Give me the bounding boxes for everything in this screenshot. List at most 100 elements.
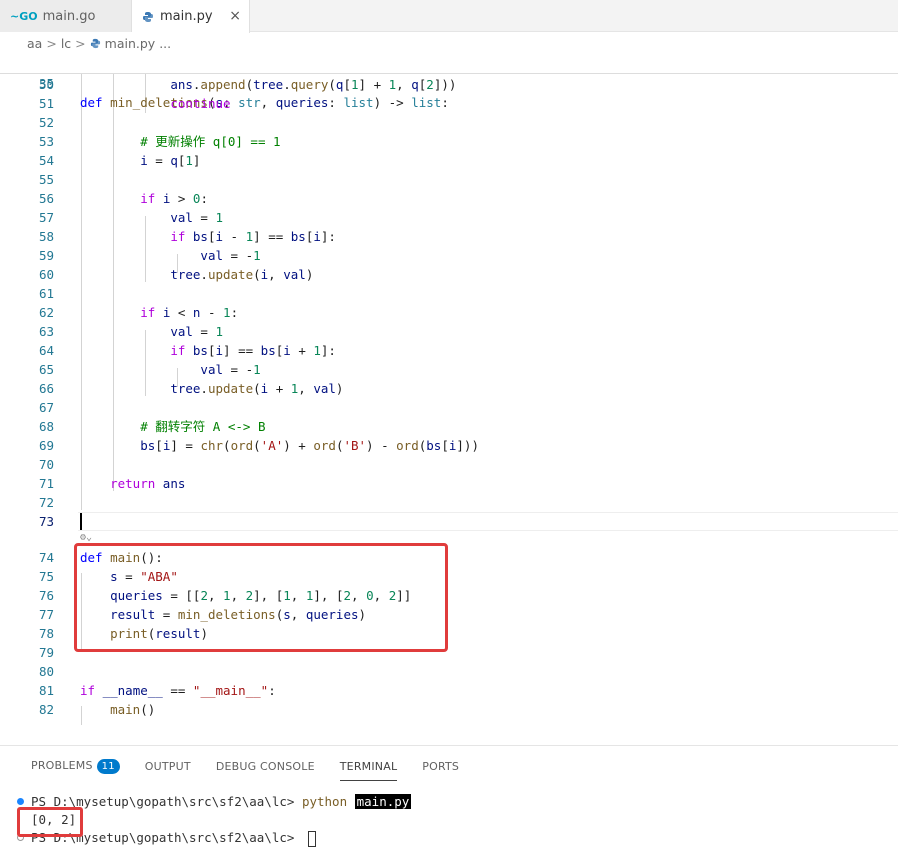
line-number: 65 [38, 362, 54, 377]
line-number: 75 [38, 569, 54, 584]
code-text: if i > 0: [140, 191, 208, 206]
code-line[interactable]: 59 val = -1 [0, 246, 898, 265]
line-number: 55 [38, 172, 54, 187]
code-text: main() [110, 702, 156, 717]
code-line[interactable]: 62 if i < n - 1: [0, 303, 898, 322]
line-number: 50 [38, 77, 54, 92]
code-text: val = -1 [200, 248, 261, 263]
line-number: 57 [38, 210, 54, 225]
line-number: 58 [38, 229, 54, 244]
close-icon[interactable]: × [229, 8, 241, 24]
tab-label: main.py [160, 9, 213, 24]
line-number: 59 [38, 248, 54, 263]
code-line[interactable]: 60 tree.update(i, val) [0, 265, 898, 284]
code-line[interactable]: 53 # 更新操作 q[0] == 1 [0, 132, 898, 151]
go-file-icon: ~GO [10, 9, 38, 23]
code-line[interactable]: 61 [0, 284, 898, 303]
line-number: 51 [38, 96, 54, 111]
tab-problems[interactable]: PROBLEMS 11 [31, 758, 120, 774]
python-file-icon [90, 38, 100, 49]
line-number: 72 [38, 495, 54, 510]
breadcrumb-item-aa[interactable]: aa [27, 36, 42, 51]
code-action-icon[interactable]: ⚙⌄ [80, 532, 92, 543]
chevron-right-icon: > [75, 36, 86, 51]
line-number: 80 [38, 664, 54, 679]
code-line[interactable]: 66 tree.update(i + 1, val) [0, 379, 898, 398]
code-text: if i < n - 1: [140, 305, 239, 320]
line-number: 53 [38, 134, 54, 149]
tab-debug-console[interactable]: DEBUG CONSOLE [216, 760, 315, 773]
annotation-highlight-box [17, 807, 83, 837]
breadcrumb: aa > lc > main.py ... [0, 33, 898, 54]
code-editor[interactable]: 35 def min_deletions(s: str, queries: li… [0, 54, 898, 744]
tab-output[interactable]: OUTPUT [145, 760, 191, 773]
code-text: ans.append(tree.query(q[1] + 1, q[2])) [170, 77, 457, 92]
line-number: 67 [38, 400, 54, 415]
tab-label: main.go [42, 8, 96, 24]
code-text: i = q[1] [140, 153, 201, 168]
code-line[interactable]: 52 [0, 113, 898, 132]
text-cursor [80, 513, 82, 530]
sticky-scroll-line[interactable]: 35 def min_deletions(s: str, queries: li… [0, 55, 898, 110]
line-number: 71 [38, 476, 54, 491]
line-number: 70 [38, 457, 54, 472]
code-text: return ans [110, 476, 186, 491]
terminal-line: PS D:\mysetup\gopath\src\sf2\aa\lc> pyth… [31, 794, 412, 809]
command-success-icon[interactable] [17, 798, 24, 805]
code-line[interactable]: 73 [0, 512, 898, 531]
code-line[interactable]: 55 [0, 170, 898, 189]
code-text: bs[i] = chr(ord('A') + ord('B') - ord(bs… [140, 438, 479, 453]
python-file-icon [143, 11, 153, 22]
tab-terminal[interactable]: TERMINAL [339, 760, 398, 781]
breadcrumb-item-more[interactable]: ... [159, 36, 171, 51]
annotation-highlight-box [74, 543, 448, 652]
line-number: 64 [38, 343, 54, 358]
code-text: tree.update(i, val) [170, 267, 314, 282]
code-line[interactable]: 58 if bs[i - 1] == bs[i]: [0, 227, 898, 246]
line-number: 60 [38, 267, 54, 282]
code-text: tree.update(i + 1, val) [170, 381, 344, 396]
code-line[interactable]: 57 val = 1 [0, 208, 898, 227]
line-number: 54 [38, 153, 54, 168]
code-line[interactable]: 63 val = 1 [0, 322, 898, 341]
line-number: 78 [38, 626, 54, 641]
code-text: # 更新操作 q[0] == 1 [140, 134, 281, 149]
code-line[interactable]: 65 val = -1 [0, 360, 898, 379]
code-text: if __name__ == "__main__": [80, 683, 276, 698]
bottom-panel: PROBLEMS 11 OUTPUT DEBUG CONSOLE TERMINAL… [0, 745, 898, 857]
line-number: 81 [38, 683, 54, 698]
editor-tab-bar: ~GO main.go main.py × [0, 0, 898, 33]
line-number: 61 [38, 286, 54, 301]
code-line[interactable]: 68 # 翻转字符 A <-> B [0, 417, 898, 436]
code-line[interactable]: 51 continue [0, 94, 898, 113]
code-line[interactable]: 50 ans.append(tree.query(q[1] + 1, q[2])… [0, 75, 898, 94]
line-number: 63 [38, 324, 54, 339]
code-line[interactable]: 80 [0, 662, 898, 681]
code-line[interactable]: 64 if bs[i] == bs[i + 1]: [0, 341, 898, 360]
tab-ports[interactable]: PORTS [422, 760, 459, 773]
tab-main-py[interactable]: main.py × [132, 0, 250, 33]
code-line[interactable]: 81 if __name__ == "__main__": [0, 681, 898, 700]
code-line[interactable]: 54 i = q[1] [0, 151, 898, 170]
code-text: val = 1 [170, 324, 223, 339]
code-text: # 翻转字符 A <-> B [140, 419, 266, 434]
code-text: if bs[i - 1] == bs[i]: [170, 229, 336, 244]
problems-count-badge: 11 [96, 758, 120, 774]
breadcrumb-item-lc[interactable]: lc [61, 36, 71, 51]
line-number: 66 [38, 381, 54, 396]
code-line[interactable]: 70 [0, 455, 898, 474]
line-number: 82 [38, 702, 54, 717]
chevron-right-icon: > [46, 36, 57, 51]
code-line[interactable]: 67 [0, 398, 898, 417]
line-number: 77 [38, 607, 54, 622]
panel-tabs: PROBLEMS 11 OUTPUT DEBUG CONSOLE TERMINAL… [0, 746, 898, 786]
code-line[interactable]: 56 if i > 0: [0, 189, 898, 208]
code-line[interactable]: 71 return ans [0, 474, 898, 493]
breadcrumb-item-file[interactable]: main.py [105, 36, 156, 51]
tab-main-go[interactable]: ~GO main.go [0, 0, 132, 32]
code-line[interactable]: 72 [0, 493, 898, 512]
line-number: 56 [38, 191, 54, 206]
code-line[interactable]: 82 main() [0, 700, 898, 719]
code-line[interactable]: 69 bs[i] = chr(ord('A') + ord('B') - ord… [0, 436, 898, 455]
line-number: 76 [38, 588, 54, 603]
